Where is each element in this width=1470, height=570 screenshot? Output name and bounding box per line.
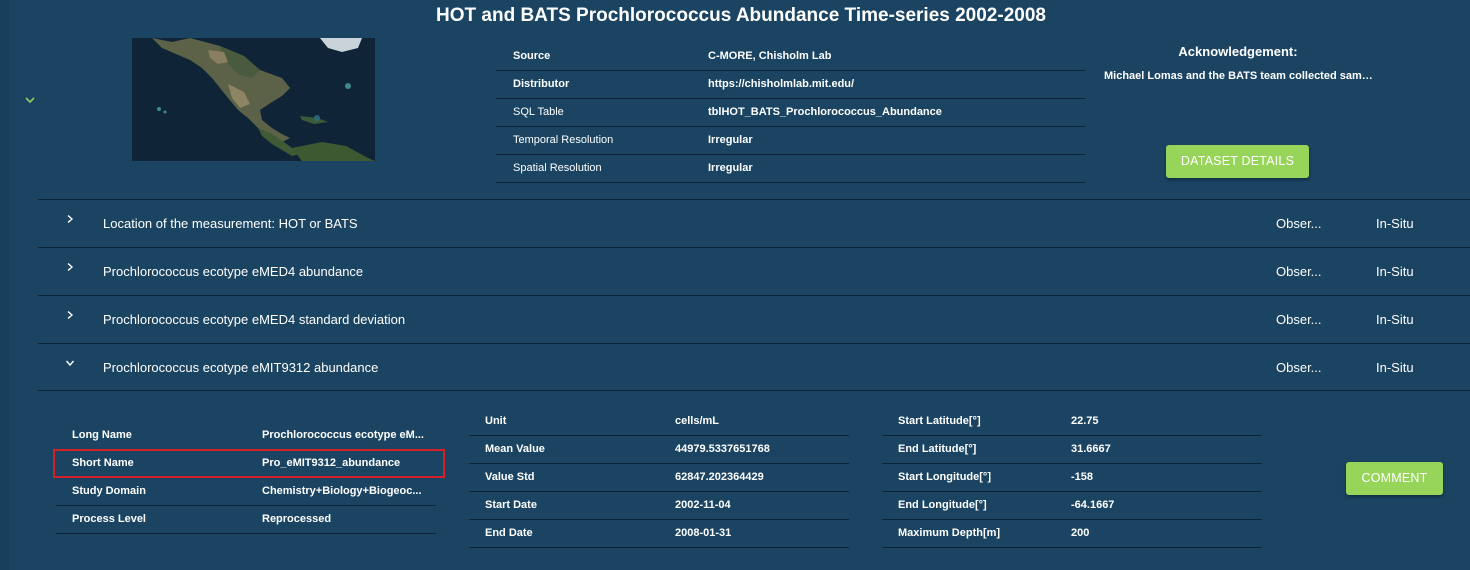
chevron-down-icon[interactable] xyxy=(65,358,75,368)
chevron-down-icon[interactable] xyxy=(22,92,38,108)
detail-label: End Latitude[°] xyxy=(882,435,1071,464)
metadata-row-spatial-resolution: Spatial Resolution Irregular xyxy=(496,154,1085,183)
detail-label: Value Std xyxy=(469,463,675,492)
variable-names-table: Long Name Prochlorococcus ecotype eM... … xyxy=(56,421,436,534)
detail-value: 44979.5337651768 xyxy=(675,435,849,464)
detail-row-unit: Unit cells/mL xyxy=(469,407,849,436)
detail-label: Unit xyxy=(469,407,675,436)
detail-label: Process Level xyxy=(56,505,262,534)
variable-name: Prochlorococcus ecotype eMED4 standard d… xyxy=(103,312,406,327)
variable-sensor: Obser... xyxy=(1276,264,1322,279)
detail-value: Reprocessed xyxy=(262,505,436,534)
detail-row-end-latitude: End Latitude[°] 31.6667 xyxy=(882,435,1262,464)
metadata-label: Spatial Resolution xyxy=(496,154,702,183)
variable-type: In-Situ xyxy=(1376,360,1414,375)
variable-sensor: Obser... xyxy=(1276,312,1322,327)
detail-row-end-date: End Date 2008-01-31 xyxy=(469,519,849,548)
detail-row-value-std: Value Std 62847.202364429 xyxy=(469,463,849,492)
distributor-link[interactable]: https://chisholmlab.mit.edu/ xyxy=(702,70,1085,99)
variable-name: Prochlorococcus ecotype eMED4 abundance xyxy=(103,264,364,279)
metadata-label: Source xyxy=(496,42,702,71)
detail-label: Start Date xyxy=(469,491,675,520)
detail-value: Prochlorococcus ecotype eM... xyxy=(262,421,436,450)
metadata-label: Temporal Resolution xyxy=(496,126,702,155)
detail-row-short-name: Short Name Pro_eMIT9312_abundance xyxy=(56,449,436,478)
metadata-value: tblHOT_BATS_Prochlorococcus_Abundance xyxy=(702,98,1085,127)
detail-row-study-domain: Study Domain Chemistry+Biology+Biogeoc..… xyxy=(56,477,436,506)
detail-label: Long Name xyxy=(56,421,262,450)
variable-sensor: Obser... xyxy=(1276,216,1322,231)
chevron-right-icon[interactable] xyxy=(65,310,75,320)
metadata-label: SQL Table xyxy=(496,98,702,127)
detail-value: 62847.202364429 xyxy=(675,463,849,492)
detail-row-start-longitude: Start Longitude[°] -158 xyxy=(882,463,1262,492)
detail-row-start-date: Start Date 2002-11-04 xyxy=(469,491,849,520)
variable-row[interactable]: Location of the measurement: HOT or BATS… xyxy=(38,199,1470,247)
detail-label: Mean Value xyxy=(469,435,675,464)
detail-label: End Longitude[°] xyxy=(882,491,1071,520)
detail-row-long-name: Long Name Prochlorococcus ecotype eM... xyxy=(56,421,436,450)
variable-row[interactable]: Prochlorococcus ecotype eMED4 standard d… xyxy=(38,295,1470,343)
variable-type: In-Situ xyxy=(1376,264,1414,279)
detail-label: Start Latitude[°] xyxy=(882,407,1071,436)
dataset-title: HOT and BATS Prochlorococcus Abundance T… xyxy=(436,5,1046,26)
detail-value: Chemistry+Biology+Biogeoc... xyxy=(262,477,436,506)
detail-value: Pro_eMIT9312_abundance xyxy=(262,449,436,478)
detail-label: End Date xyxy=(469,519,675,548)
variable-row-expanded[interactable]: Prochlorococcus ecotype eMIT9312 abundan… xyxy=(38,343,1470,391)
chevron-right-icon[interactable] xyxy=(65,262,75,272)
variable-sensor: Obser... xyxy=(1276,360,1322,375)
acknowledgement-text: Michael Lomas and the BATS team collecte… xyxy=(1104,70,1374,82)
detail-value: cells/mL xyxy=(675,407,849,436)
metadata-row-temporal-resolution: Temporal Resolution Irregular xyxy=(496,126,1085,155)
variable-type: In-Situ xyxy=(1376,312,1414,327)
detail-label: Maximum Depth[m] xyxy=(882,519,1071,548)
variable-coverage-table: Start Latitude[°] 22.75 End Latitude[°] … xyxy=(882,407,1262,548)
variable-name: Prochlorococcus ecotype eMIT9312 abundan… xyxy=(103,360,379,375)
dataset-details-button[interactable]: DATASET DETAILS xyxy=(1166,145,1309,178)
variable-row[interactable]: Prochlorococcus ecotype eMED4 abundance … xyxy=(38,247,1470,295)
detail-label: Start Longitude[°] xyxy=(882,463,1071,492)
metadata-row-distributor: Distributor https://chisholmlab.mit.edu/ xyxy=(496,70,1085,99)
detail-value: 200 xyxy=(1071,519,1262,548)
metadata-value: Irregular xyxy=(702,126,1085,155)
variable-stats-table: Unit cells/mL Mean Value 44979.533765176… xyxy=(469,407,849,548)
detail-row-mean-value: Mean Value 44979.5337651768 xyxy=(469,435,849,464)
variable-name: Location of the measurement: HOT or BATS xyxy=(103,216,358,231)
acknowledgement-title: Acknowledgement: xyxy=(1178,44,1298,59)
detail-row-start-latitude: Start Latitude[°] 22.75 xyxy=(882,407,1262,436)
detail-value: -64.1667 xyxy=(1071,491,1262,520)
detail-row-process-level: Process Level Reprocessed xyxy=(56,505,436,534)
detail-value: -158 xyxy=(1071,463,1262,492)
dataset-metadata-table: Source C-MORE, Chisholm Lab Distributor … xyxy=(496,42,1085,183)
detail-label: Short Name xyxy=(56,449,262,478)
metadata-value: Irregular xyxy=(702,154,1085,183)
chevron-right-icon[interactable] xyxy=(65,214,75,224)
dataset-map-thumbnail xyxy=(132,38,375,161)
detail-label: Study Domain xyxy=(56,477,262,506)
detail-value: 22.75 xyxy=(1071,407,1262,436)
metadata-row-sql-table: SQL Table tblHOT_BATS_Prochlorococcus_Ab… xyxy=(496,98,1085,127)
detail-row-end-longitude: End Longitude[°] -64.1667 xyxy=(882,491,1262,520)
variable-type: In-Situ xyxy=(1376,216,1414,231)
detail-row-maximum-depth: Maximum Depth[m] 200 xyxy=(882,519,1262,548)
comment-button[interactable]: COMMENT xyxy=(1346,462,1443,495)
variable-list: Location of the measurement: HOT or BATS… xyxy=(38,199,1470,391)
detail-value: 2002-11-04 xyxy=(675,491,849,520)
metadata-label: Distributor xyxy=(496,70,702,99)
detail-value: 31.6667 xyxy=(1071,435,1262,464)
detail-value: 2008-01-31 xyxy=(675,519,849,548)
left-edge-strip xyxy=(0,0,9,570)
metadata-row-source: Source C-MORE, Chisholm Lab xyxy=(496,42,1085,71)
metadata-value: C-MORE, Chisholm Lab xyxy=(702,42,1085,71)
